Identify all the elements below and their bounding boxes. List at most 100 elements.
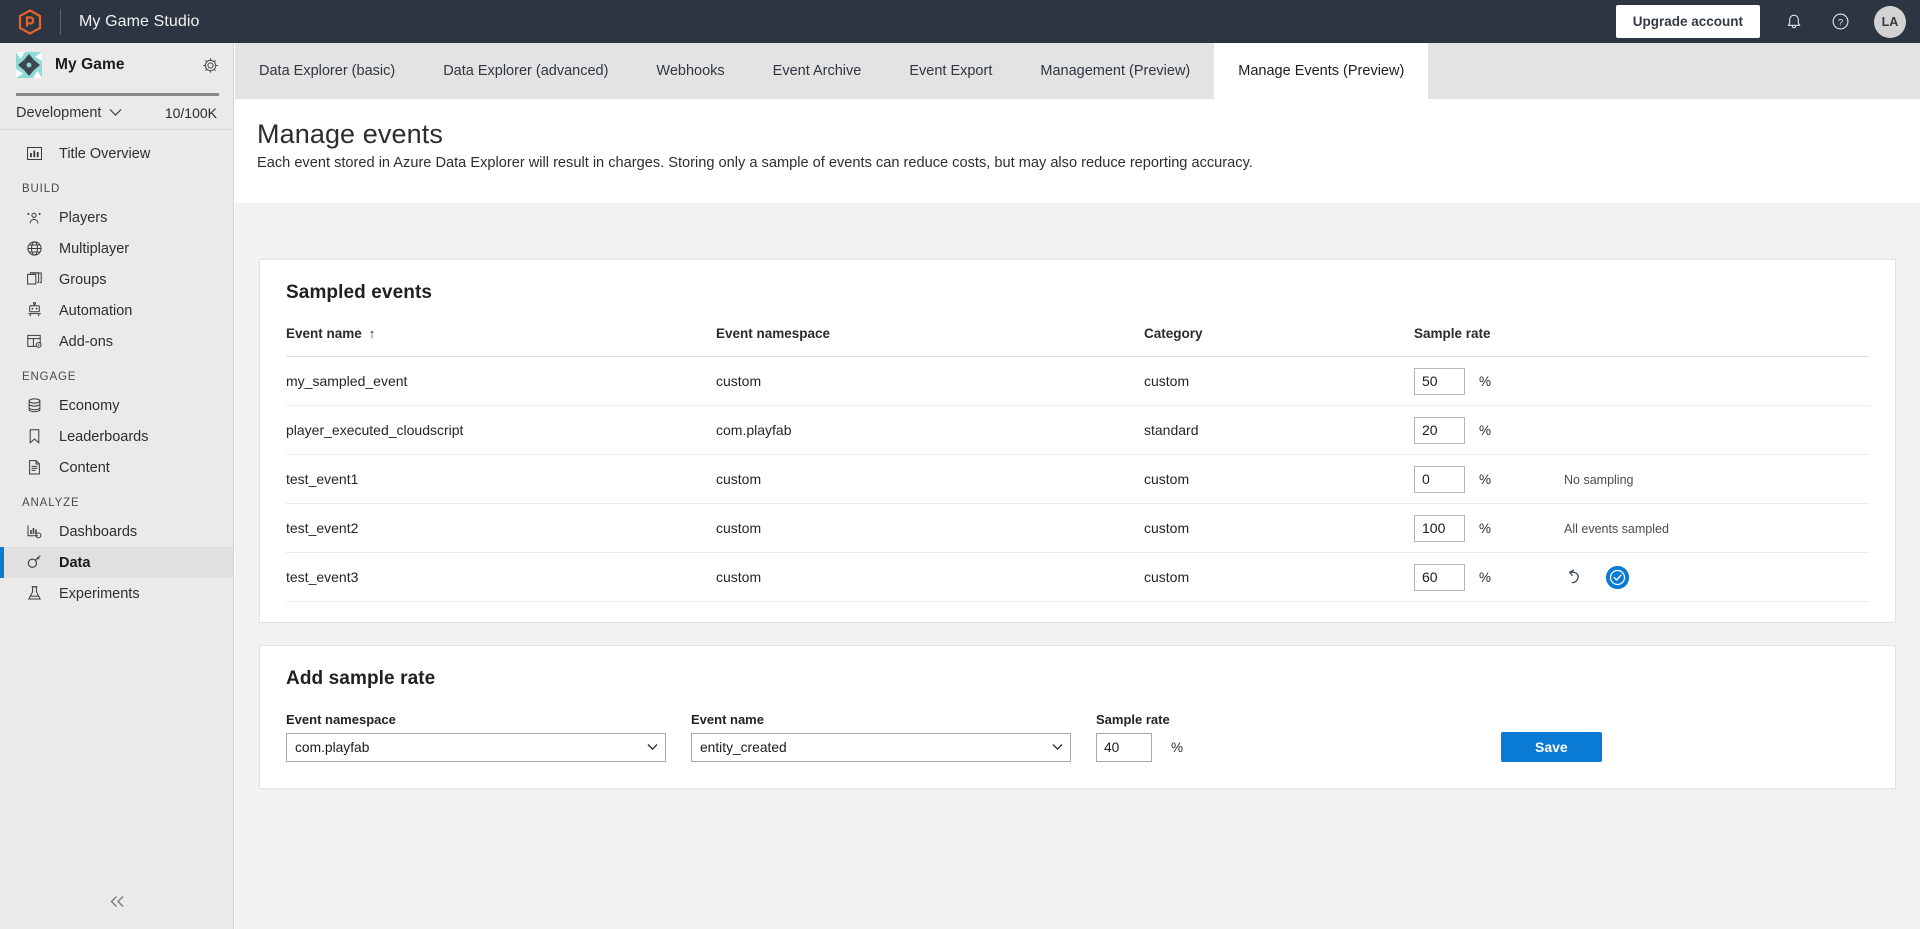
sidebar-item-label: Multiplayer (59, 240, 130, 257)
avatar[interactable]: LA (1874, 5, 1906, 38)
table-header-row: Event name ↑ Event namespace Category Sam… (286, 326, 1869, 357)
sidebar-item-label: Dashboards (59, 523, 138, 540)
column-header-event-name[interactable]: Event name ↑ (286, 326, 716, 357)
cell-sample-rate: % (1414, 503, 1564, 553)
sidebar-item-label: Content (59, 459, 110, 476)
sidebar-item-title-overview[interactable]: Title Overview (0, 138, 233, 169)
table-row: player_executed_cloudscript com.playfab … (286, 405, 1869, 455)
sidebar-item-content[interactable]: Content (0, 452, 233, 483)
players-icon (24, 208, 44, 228)
add-sample-rate-card: Add sample rate Event namespace com.play… (259, 645, 1896, 789)
tab-event-export[interactable]: Event Export (885, 43, 1016, 99)
add-sample-rate-title: Add sample rate (286, 668, 436, 689)
cell-category: standard (1144, 405, 1414, 455)
tab-data-explorer-basic[interactable]: Data Explorer (basic) (235, 43, 419, 99)
field-event-name: Event name entity_created (691, 712, 1071, 762)
upgrade-account-button[interactable]: Upgrade account (1615, 5, 1760, 38)
game-thumbnail-icon (16, 52, 42, 78)
sidebar-group-build: BUILD (22, 183, 61, 195)
sidebar-item-dashboards[interactable]: Dashboards (0, 516, 233, 547)
sidebar-item-label: Data (59, 554, 91, 571)
notification-bell-icon[interactable] (1774, 2, 1814, 42)
robot-icon (24, 301, 44, 321)
sample-rate-input[interactable] (1414, 563, 1465, 591)
percent-symbol: % (1171, 740, 1184, 755)
cell-event-name: test_event1 (286, 454, 716, 504)
sidebar-item-multiplayer[interactable]: Multiplayer (0, 233, 233, 264)
sidebar-group-analyze: ANALYZE (22, 497, 80, 509)
cell-category: custom (1144, 454, 1414, 504)
sampled-events-table: Event name ↑ Event namespace Category Sam… (286, 326, 1869, 602)
sample-rate-input[interactable] (1414, 416, 1465, 444)
playfab-hex-logo-icon[interactable] (0, 0, 60, 43)
tab-management-preview[interactable]: Management (Preview) (1016, 43, 1214, 99)
table-row: test_event1 custom custom % No sampling (286, 454, 1869, 504)
cell-category: custom (1144, 503, 1414, 553)
dashboard-search-icon (24, 522, 44, 542)
sidebar-item-economy[interactable]: Economy (0, 390, 233, 421)
field-sample-rate: Sample rate % (1096, 712, 1183, 762)
sort-ascending-icon: ↑ (368, 326, 376, 341)
column-header-event-namespace[interactable]: Event namespace (716, 326, 1144, 357)
percent-symbol: % (1479, 422, 1492, 438)
percent-symbol: % (1479, 471, 1492, 487)
gear-icon[interactable] (202, 57, 219, 74)
tab-event-archive[interactable]: Event Archive (749, 43, 886, 99)
sidebar-item-label: Experiments (59, 585, 140, 602)
sidebar-item-add-ons[interactable]: Add-ons (0, 326, 233, 357)
sidebar-item-automation[interactable]: Automation (0, 295, 233, 326)
add-sample-rate-input[interactable] (1096, 733, 1152, 762)
percent-symbol: % (1479, 373, 1492, 389)
cell-sample-rate: % (1414, 552, 1564, 602)
sidebar-item-label: Players (59, 209, 108, 226)
column-header-sample-rate[interactable]: Sample rate (1414, 326, 1564, 357)
coins-stack-icon (24, 396, 44, 416)
sample-rate-input[interactable] (1414, 367, 1465, 395)
page-subtitle: Each event stored in Azure Data Explorer… (257, 155, 1253, 171)
cell-sample-rate: % (1414, 405, 1564, 455)
sidebar-item-leaderboards[interactable]: Leaderboards (0, 421, 233, 452)
sample-rate-input[interactable] (1414, 514, 1465, 542)
label-event-name: Event name (691, 712, 764, 727)
sampled-events-card: Sampled events Event name ↑ Event namespa… (259, 259, 1896, 623)
sidebar-item-label: Title Overview (59, 145, 151, 162)
save-button[interactable]: Save (1501, 732, 1602, 762)
table-row: my_sampled_event custom custom % (286, 356, 1869, 406)
check-circle-icon[interactable] (1606, 565, 1629, 589)
label-event-namespace: Event namespace (286, 712, 396, 727)
quota-label: 10/100K (164, 104, 217, 121)
sidebar-item-players[interactable]: Players (0, 202, 233, 233)
cell-event-namespace: custom (716, 552, 1144, 602)
chevron-down-icon[interactable] (109, 108, 122, 117)
cell-event-namespace: custom (716, 356, 1144, 406)
cell-event-namespace: com.playfab (716, 405, 1144, 455)
percent-symbol: % (1479, 520, 1492, 536)
event-name-select[interactable]: entity_created (691, 733, 1071, 762)
undo-arrow-icon[interactable] (1564, 567, 1584, 587)
help-question-icon[interactable]: ? (1820, 2, 1860, 42)
cell-status: All events sampled (1564, 503, 1869, 553)
globe-icon (24, 239, 44, 259)
tab-strip: Data Explorer (basic) Data Explorer (adv… (235, 43, 1920, 99)
column-header-label: Event name (286, 326, 362, 341)
tab-manage-events-preview[interactable]: Manage Events (Preview) (1214, 43, 1429, 99)
main-content: Manage events Each event stored in Azure… (235, 99, 1920, 929)
cell-event-name: player_executed_cloudscript (286, 405, 716, 455)
tab-webhooks[interactable]: Webhooks (632, 43, 748, 99)
page-title: Manage events (257, 119, 443, 149)
addons-grid-icon (24, 332, 44, 352)
column-header-category[interactable]: Category (1144, 326, 1414, 357)
table-row: test_event2 custom custom % All events s… (286, 503, 1869, 553)
sidebar-item-groups[interactable]: Groups (0, 264, 233, 295)
environment-label[interactable]: Development (16, 105, 101, 121)
cell-sample-rate: % (1414, 454, 1564, 504)
sidebar-item-experiments[interactable]: Experiments (0, 578, 233, 609)
event-namespace-select[interactable]: com.playfab (286, 733, 666, 762)
top-bar: My Game Studio Upgrade account ? LA (0, 0, 1920, 43)
sample-rate-input[interactable] (1414, 465, 1465, 493)
environment-selector[interactable]: Development 10/100K (0, 96, 233, 130)
cell-event-namespace: custom (716, 503, 1144, 553)
tab-data-explorer-advanced[interactable]: Data Explorer (advanced) (419, 43, 632, 99)
sidebar-collapse-button[interactable] (0, 887, 234, 921)
sidebar-item-data[interactable]: Data (0, 547, 233, 578)
